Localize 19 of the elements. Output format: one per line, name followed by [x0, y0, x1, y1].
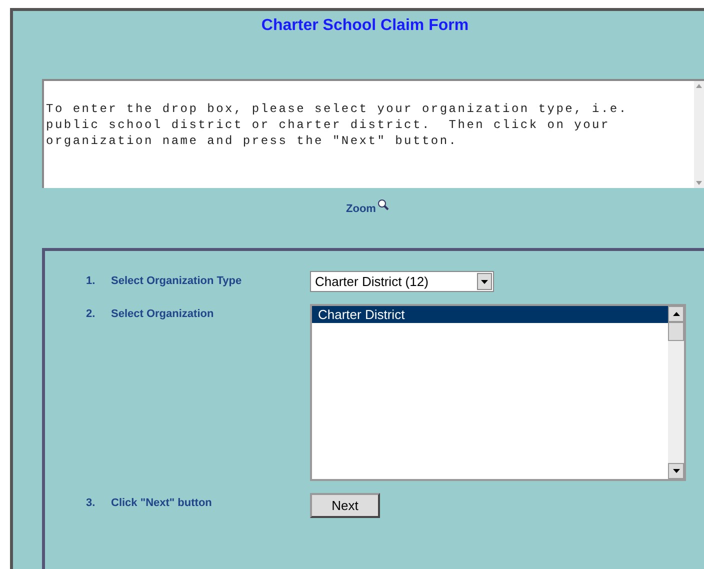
step-number: 1.: [86, 275, 96, 289]
scroll-up-icon[interactable]: [668, 306, 684, 322]
instructions-box[interactable]: To enter the drop box, please select your organization type, i.e. public school district or charter district. Then click on your organization name and press the "Next" button.: [42, 79, 704, 188]
scroll-thumb[interactable]: [668, 322, 684, 341]
organization-option[interactable]: Charter District: [312, 306, 668, 323]
magnifier-icon: [376, 199, 390, 211]
step-number: 2.: [86, 308, 96, 322]
next-button[interactable]: Next: [310, 493, 380, 518]
organization-list[interactable]: Charter District: [310, 304, 686, 481]
instructions-text: To enter the drop box, please select your organization type, i.e. public school district or charter district. Then click on your organization name and press the "Next" button.: [45, 101, 629, 150]
step-label: Select Organization: [111, 308, 214, 322]
step-number: 3.: [86, 497, 96, 511]
step-label: Click "Next" button: [111, 497, 212, 511]
zoom-link[interactable]: Zoom: [346, 203, 376, 215]
form-title: Charter School Claim Form: [260, 16, 470, 35]
step-label: Select Organization Type: [111, 275, 242, 289]
organization-type-dropdown[interactable]: Charter District (12): [310, 271, 494, 292]
scrollbar[interactable]: [668, 306, 684, 479]
scroll-down-icon[interactable]: [668, 463, 684, 479]
